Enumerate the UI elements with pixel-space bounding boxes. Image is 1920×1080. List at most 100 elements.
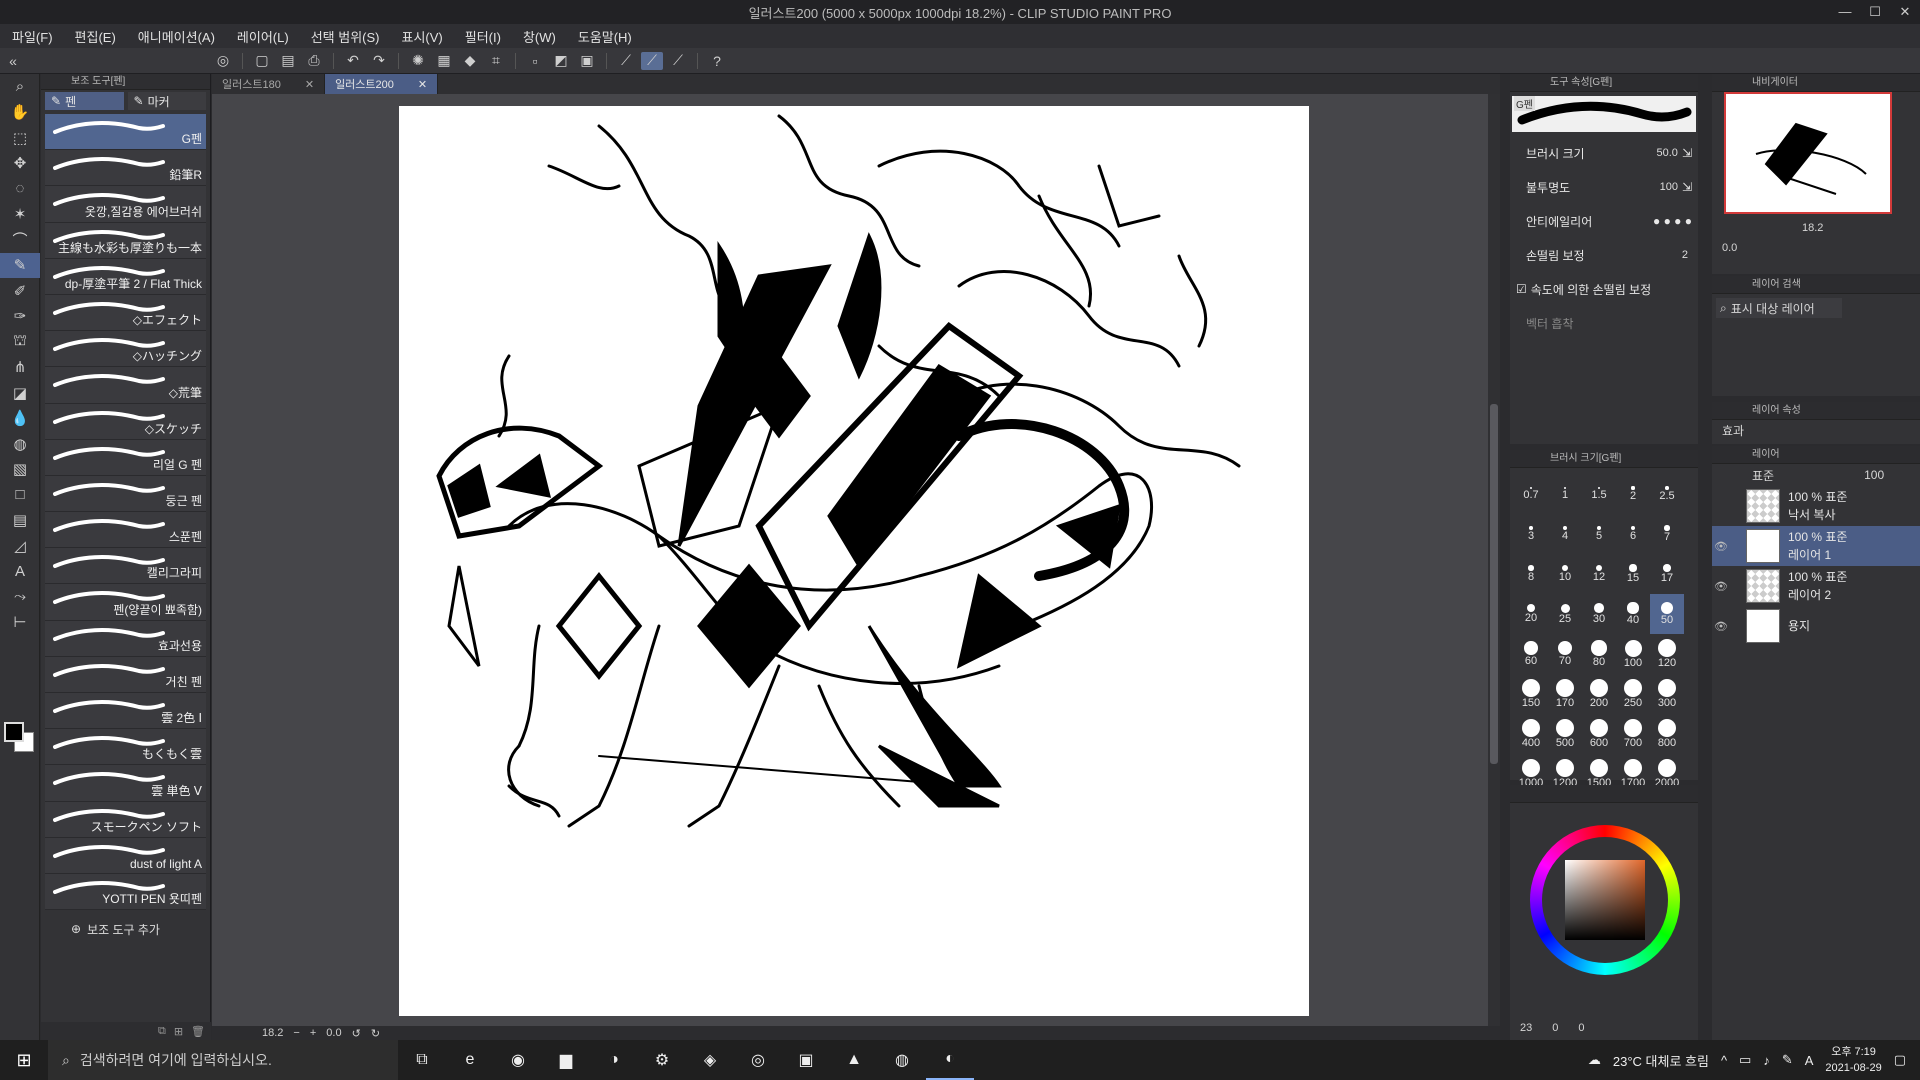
brush-size-option[interactable]: 60 xyxy=(1514,634,1548,674)
clip-studio-paint-icon[interactable]: ◐ xyxy=(926,1040,974,1080)
copy-subtool-icon[interactable]: ⧉ xyxy=(158,1025,166,1038)
menu-animation[interactable]: 애니메이션(A) xyxy=(138,27,215,46)
color-swatch[interactable] xyxy=(4,722,34,752)
brush-item[interactable]: dust of light A xyxy=(45,837,206,874)
chrome-icon[interactable]: ◉ xyxy=(494,1040,542,1080)
antialias-row[interactable]: 안티에일리어 ● ● ● ● xyxy=(1510,204,1698,238)
brush-size-option[interactable]: 6 xyxy=(1616,514,1650,554)
brush-size-option[interactable]: 1.5 xyxy=(1582,474,1616,514)
brush-item[interactable]: 효과선용 xyxy=(45,620,206,657)
close-tab-icon[interactable]: ✕ xyxy=(305,78,314,91)
brush-size-option[interactable]: 12 xyxy=(1582,554,1616,594)
balloon-tool-icon[interactable]: ⤳ xyxy=(0,584,40,610)
pen-icon[interactable]: ✎ xyxy=(1782,1052,1793,1068)
eraser-tool-icon[interactable]: ◪ xyxy=(0,380,40,406)
zoom-level[interactable]: 18.2 xyxy=(262,1027,283,1039)
brush-size-option[interactable]: 8 xyxy=(1514,554,1548,594)
brush-item[interactable]: もくもく雲 xyxy=(45,729,206,766)
stabilization-value[interactable]: 2 xyxy=(1682,249,1688,261)
clear-icon[interactable]: ✺ xyxy=(407,52,429,70)
brush-item[interactable]: ◇エフェクト xyxy=(45,294,206,332)
edge-icon[interactable]: e xyxy=(446,1040,494,1080)
eye-icon[interactable]: 👁 xyxy=(1712,620,1730,633)
brush-item[interactable]: ◇ハッチング xyxy=(45,331,206,368)
magic-wand-tool-icon[interactable]: ✶ xyxy=(0,202,40,228)
menu-help[interactable]: 도움말(H) xyxy=(578,27,632,46)
new-subtool-icon[interactable]: ⊞ xyxy=(174,1025,183,1038)
discord-icon[interactable]: ◑ xyxy=(590,1040,638,1080)
tab-illust200[interactable]: 일러스트200 ✕ xyxy=(325,74,439,94)
ruler-tool-icon[interactable]: ◿ xyxy=(0,533,40,559)
brush-size-row[interactable]: 브러시 크기 50.0 ⇲ xyxy=(1510,136,1698,170)
photo-app-icon[interactable]: ◈ xyxy=(686,1040,734,1080)
brush-size-option[interactable]: 10 xyxy=(1548,554,1582,594)
rotation-angle[interactable]: 0.0 xyxy=(326,1027,341,1039)
show-selection-icon[interactable]: ▣ xyxy=(576,52,598,70)
invert-selection-icon[interactable]: ◩ xyxy=(550,52,572,70)
delete-subtool-icon[interactable]: 🗑 xyxy=(191,1025,205,1038)
brush-tool-icon[interactable]: ✑ xyxy=(0,304,40,330)
brush-size-option[interactable]: 0.7 xyxy=(1514,474,1548,514)
brush-item[interactable]: 雲 2色 Ⅰ xyxy=(45,693,206,730)
brush-item[interactable]: 캘리그라피 xyxy=(45,548,206,585)
brush-size-option[interactable]: 120 xyxy=(1650,634,1684,674)
saturation-value-square[interactable] xyxy=(1565,860,1645,940)
close-tab-icon[interactable]: ✕ xyxy=(418,78,427,91)
open-file-icon[interactable]: ▤ xyxy=(277,52,299,70)
panel-collapse-icon[interactable]: « xyxy=(2,52,24,70)
opacity-pressure-icon[interactable]: ⇲ xyxy=(1682,180,1692,194)
brush-size-option[interactable]: 100 xyxy=(1616,634,1650,674)
brush-size-option[interactable]: 30 xyxy=(1582,594,1616,634)
notification-icon[interactable]: ▢ xyxy=(1894,1052,1906,1068)
taskbar-search[interactable]: ⌕ 검색하려면 여기에 입력하십시오. xyxy=(48,1040,398,1080)
brush-item[interactable]: ◇荒筆 xyxy=(45,367,206,404)
rotate-right-icon[interactable]: ↻ xyxy=(371,1027,380,1040)
menu-window[interactable]: 창(W) xyxy=(523,27,556,46)
clip-studio-launcher-icon[interactable]: ◍ xyxy=(878,1040,926,1080)
brush-size-option[interactable]: 2.5 xyxy=(1650,474,1684,514)
brush-item[interactable]: 主線も水彩も厚塗りも一本 xyxy=(45,222,206,259)
main-color-icon[interactable] xyxy=(4,722,24,742)
brush-size-option[interactable]: 600 xyxy=(1582,714,1616,754)
brush-size-option[interactable]: 170 xyxy=(1548,674,1582,714)
new-file-icon[interactable]: ▢ xyxy=(251,52,273,70)
ruler-snap-icon[interactable]: ⟋ xyxy=(615,52,637,70)
blend-tool-icon[interactable]: 💧 xyxy=(0,406,40,432)
brush-size-value[interactable]: 50.0 xyxy=(1657,147,1678,159)
brush-item[interactable]: YOTTI PEN 욧띠펜 xyxy=(45,873,206,911)
kakaotalk-icon[interactable]: ▣ xyxy=(782,1040,830,1080)
brush-size-option[interactable]: 7 xyxy=(1650,514,1684,554)
brush-item[interactable]: 스푼펜 xyxy=(45,512,206,549)
navigator-zoom[interactable]: 18.2 xyxy=(1802,222,1823,234)
brush-size-option[interactable]: 3 xyxy=(1514,514,1548,554)
menu-file[interactable]: 파일(F) xyxy=(12,27,53,46)
text-tool-icon[interactable]: A xyxy=(0,559,40,585)
brush-item[interactable]: 펜(양끝이 뾰족함) xyxy=(45,584,206,621)
clock[interactable]: 오후 7:19 2021-08-29 xyxy=(1825,1044,1881,1076)
save-icon[interactable]: ⎙ xyxy=(303,52,325,70)
subtool-tab-marker[interactable]: ✎ 마커 xyxy=(127,92,206,110)
ime-indicator[interactable]: A xyxy=(1805,1053,1814,1068)
redo-icon[interactable]: ↷ xyxy=(368,52,390,70)
menu-filter[interactable]: 필터(I) xyxy=(465,27,501,46)
zoom-in-icon[interactable]: + xyxy=(310,1027,316,1039)
brush-size-option[interactable]: 70 xyxy=(1548,634,1582,674)
brush-item[interactable]: 거친 펜 xyxy=(45,656,206,693)
brush-size-option[interactable]: 700 xyxy=(1616,714,1650,754)
speed-stabilization-row[interactable]: ☑ 속도에 의한 손떨림 보정 xyxy=(1510,272,1698,306)
weather-text[interactable]: 23°C 대체로 흐림 xyxy=(1613,1051,1709,1070)
brush-size-option[interactable]: 400 xyxy=(1514,714,1548,754)
brush-item[interactable]: 鉛筆R xyxy=(45,150,206,187)
fill-icon[interactable]: ◆ xyxy=(459,52,481,70)
gradient-tool-icon[interactable]: ▧ xyxy=(0,457,40,483)
opacity-value[interactable]: 100 xyxy=(1660,181,1678,193)
brush-item[interactable]: 雲 単色 Ⅴ xyxy=(45,765,206,802)
canvas-vertical-scrollbar[interactable] xyxy=(1488,94,1500,1026)
tab-illust180[interactable]: 일러스트180 ✕ xyxy=(212,74,326,94)
rotate-left-icon[interactable]: ↺ xyxy=(352,1027,361,1040)
pressure-icon[interactable]: ⇲ xyxy=(1682,146,1692,160)
pencil-tool-icon[interactable]: ✐ xyxy=(0,278,40,304)
special-ruler-snap-icon[interactable]: ⟋ xyxy=(641,51,663,70)
brush-item[interactable]: ◇スケッチ xyxy=(45,403,206,440)
obs-icon[interactable]: ◎ xyxy=(734,1040,782,1080)
